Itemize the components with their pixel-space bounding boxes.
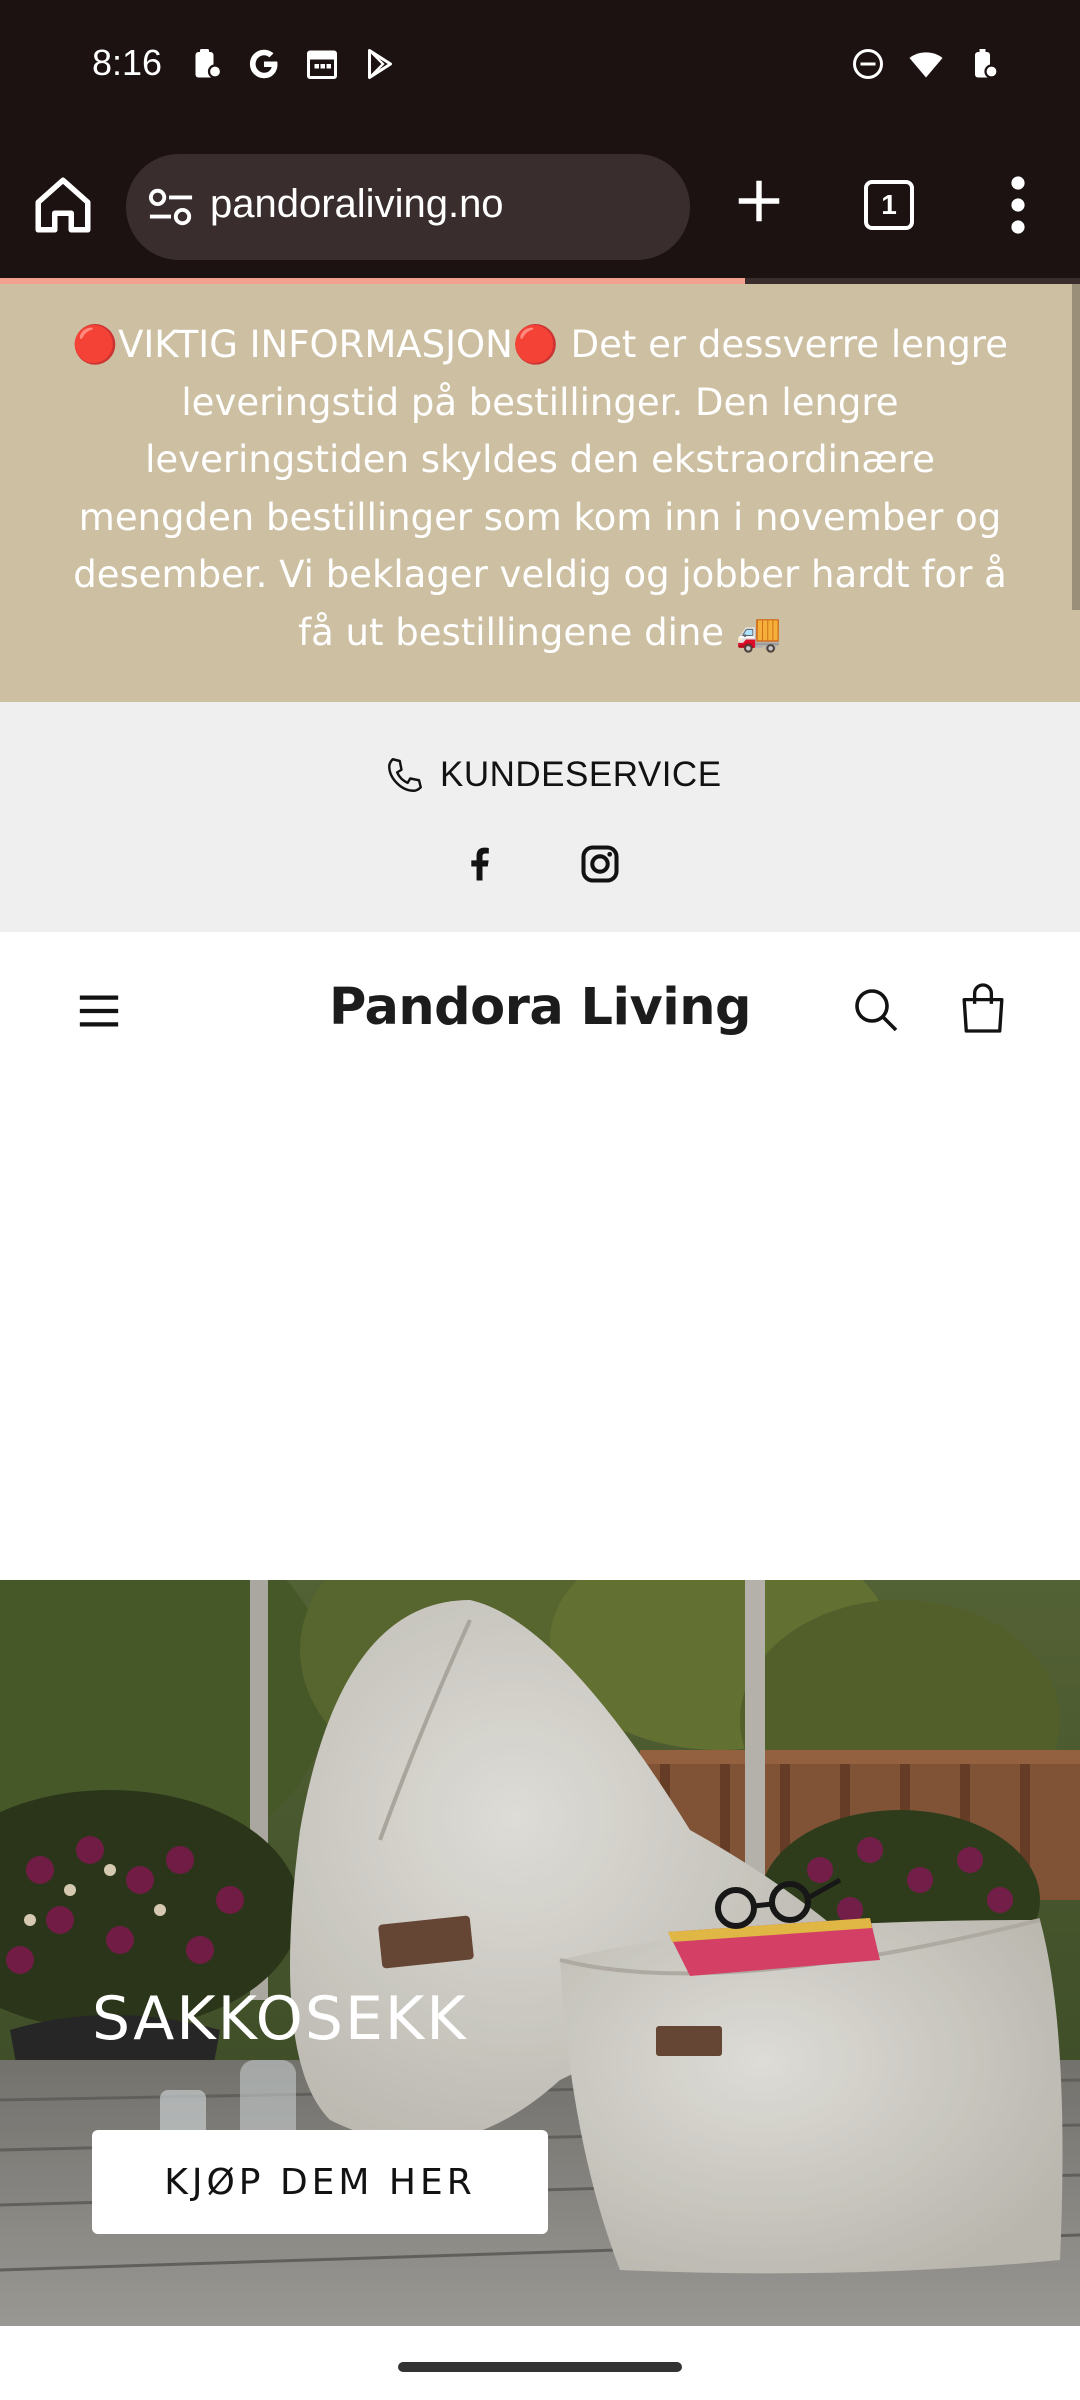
- site-header: Pandora Living: [0, 932, 1080, 1092]
- site-logo[interactable]: Pandora Living: [0, 978, 1080, 1037]
- site-settings-icon[interactable]: [146, 184, 196, 230]
- address-bar[interactable]: pandoraliving.no: [126, 154, 690, 260]
- status-icons-left: [188, 46, 398, 82]
- facebook-icon[interactable]: [458, 842, 500, 884]
- status-time: 8:16: [92, 42, 163, 83]
- status-bar: 8:16: [0, 0, 1080, 138]
- wifi-icon: [909, 52, 943, 78]
- cart-icon[interactable]: [960, 982, 1006, 1034]
- announcement-text: 🔴VIKTIG INFORMASJON🔴 Det er dessverre le…: [72, 323, 1008, 654]
- browser-toolbar: pandoraliving.no 1: [0, 138, 1080, 278]
- home-icon[interactable]: [30, 172, 96, 238]
- hero-title: SAKKOSEKK: [92, 1984, 468, 2054]
- dnd-icon: [853, 49, 883, 79]
- tab-switcher-button[interactable]: 1: [864, 180, 914, 230]
- announcement-bar: 🔴VIKTIG INFORMASJON🔴 Det er dessverre le…: [0, 284, 1080, 702]
- customer-service-link[interactable]: KUNDESERVICE: [384, 754, 722, 796]
- clipboard-icon: [195, 49, 223, 79]
- page-scrollbar[interactable]: [1072, 284, 1080, 610]
- phone-icon: [388, 758, 422, 792]
- battery-icon: [975, 49, 999, 79]
- instagram-icon[interactable]: [578, 842, 622, 886]
- shop-now-button[interactable]: KJØP DEM HER: [92, 2130, 548, 2234]
- overflow-menu-icon[interactable]: [998, 172, 1038, 238]
- status-icons-right: [850, 46, 1002, 82]
- new-tab-icon[interactable]: [732, 174, 786, 228]
- play-store-icon: [368, 49, 392, 79]
- hero-banner: SAKKOSEKK KJØP DEM HER: [0, 1580, 1080, 2326]
- search-icon[interactable]: [852, 986, 900, 1034]
- customer-service-label: KUNDESERVICE: [440, 755, 722, 794]
- top-contact-bar: KUNDESERVICE: [0, 702, 1080, 932]
- url-text: pandoraliving.no: [210, 182, 504, 226]
- gesture-nav-bar[interactable]: [398, 2362, 682, 2372]
- calendar-icon: [307, 50, 337, 79]
- google-icon: [249, 49, 278, 79]
